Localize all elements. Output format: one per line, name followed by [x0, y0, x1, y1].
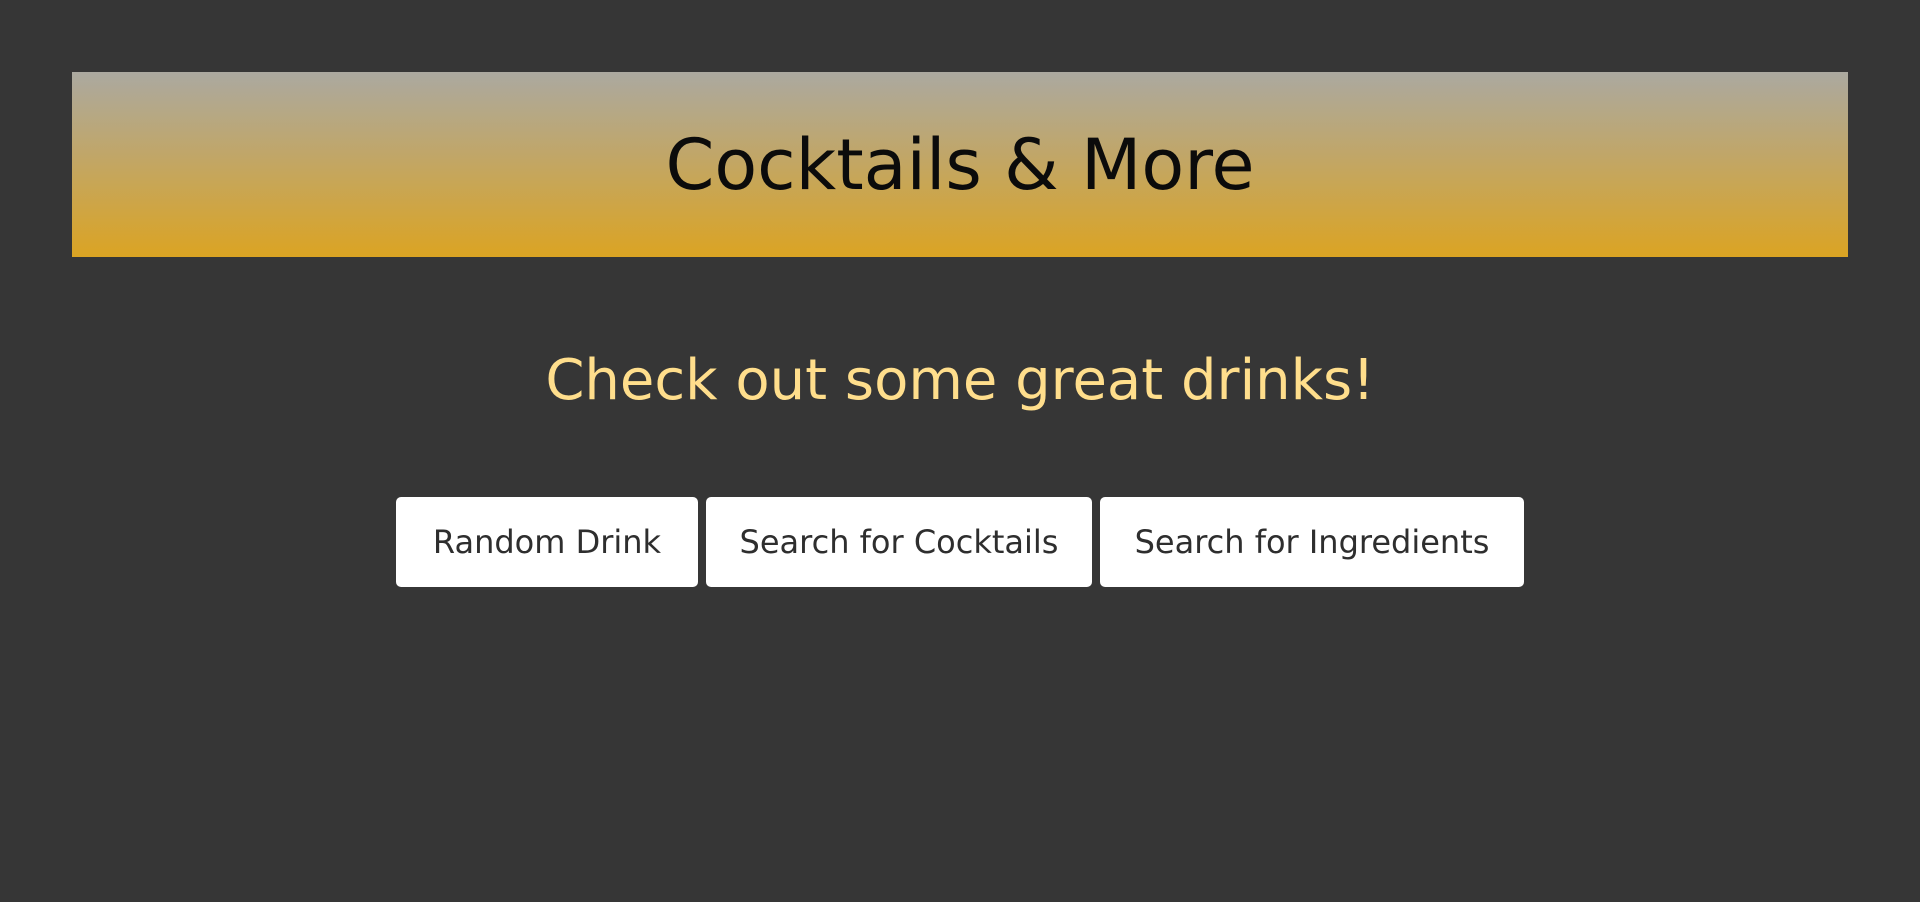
site-header: Cocktails & More	[72, 72, 1848, 257]
site-title: Cocktails & More	[665, 123, 1255, 206]
button-group: Random Drink Search for Cocktails Search…	[0, 497, 1920, 587]
random-drink-button[interactable]: Random Drink	[396, 497, 698, 587]
page-subtitle: Check out some great drinks!	[545, 348, 1375, 413]
search-ingredients-button[interactable]: Search for Ingredients	[1100, 497, 1524, 587]
search-cocktails-button[interactable]: Search for Cocktails	[706, 497, 1092, 587]
page: Cocktails & More Check out some great dr…	[0, 0, 1920, 902]
